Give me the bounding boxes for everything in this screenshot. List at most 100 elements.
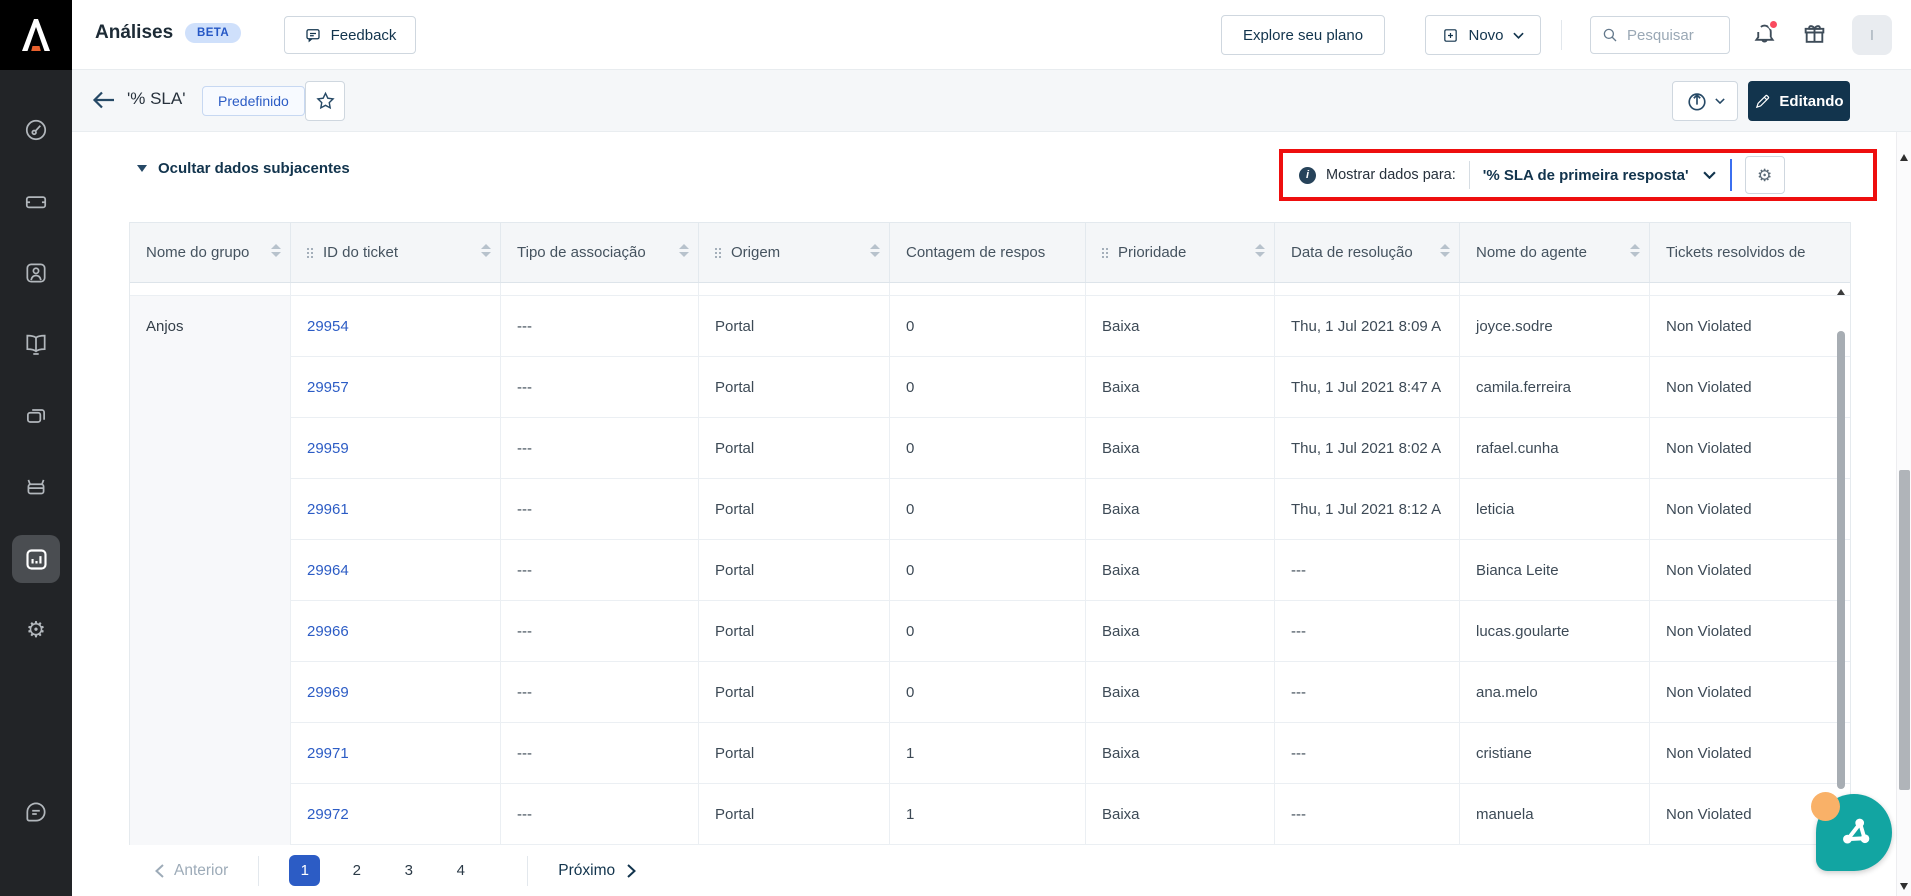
table-scrollbar-thumb[interactable] bbox=[1837, 331, 1845, 789]
plus-square-icon bbox=[1442, 27, 1459, 44]
table-header-row: Nome do grupo ID do ticket Tipo de assoc… bbox=[130, 222, 1850, 283]
ticket-link[interactable]: 29961 bbox=[307, 501, 349, 518]
arrow-left-icon bbox=[91, 88, 117, 112]
column-header-tipo-de-associacao[interactable]: Tipo de associação bbox=[501, 223, 699, 282]
collapse-underlying-data[interactable]: Ocultar dados subjacentes bbox=[137, 160, 350, 177]
sidebar-item-tickets[interactable] bbox=[12, 178, 60, 226]
show-data-annotated-group: i Mostrar dados para: '% SLA de primeira… bbox=[1279, 149, 1877, 201]
scroll-up-icon[interactable] bbox=[1837, 289, 1845, 295]
sidebar-item-forums[interactable] bbox=[12, 392, 60, 440]
column-header-origem[interactable]: Origem bbox=[699, 223, 890, 282]
chevron-down-icon bbox=[1703, 171, 1716, 179]
sidebar-item-settings[interactable]: ⚙ bbox=[12, 606, 60, 654]
dropdown-focus-edge bbox=[1730, 159, 1732, 191]
sort-icon[interactable] bbox=[1440, 244, 1450, 257]
chat-bubbles-icon bbox=[23, 403, 49, 429]
ticket-link[interactable]: 29954 bbox=[307, 318, 349, 335]
ticket-link[interactable]: 29959 bbox=[307, 440, 349, 457]
search-box[interactable] bbox=[1590, 16, 1730, 54]
chevron-down-icon bbox=[1715, 98, 1725, 104]
table-body: Anjos 29954 --- Portal 0 Baixa Thu, 1 Ju… bbox=[130, 296, 1850, 845]
favorite-button[interactable] bbox=[305, 81, 345, 121]
next-page-button[interactable]: Próximo bbox=[558, 862, 636, 880]
whats-new-button[interactable] bbox=[1800, 21, 1828, 49]
page-button-3[interactable]: 3 bbox=[393, 855, 424, 886]
sort-icon[interactable] bbox=[679, 244, 689, 257]
beta-badge: BETA bbox=[185, 23, 241, 43]
metric-dropdown-value: '% SLA de primeira resposta' bbox=[1483, 167, 1689, 184]
sidebar: ⚙ bbox=[0, 0, 72, 896]
export-icon bbox=[1686, 90, 1708, 112]
feedback-button[interactable]: Feedback bbox=[284, 16, 416, 54]
new-button[interactable]: Novo bbox=[1425, 15, 1541, 55]
editing-label: Editando bbox=[1779, 93, 1843, 110]
column-header-nome-do-grupo[interactable]: Nome do grupo bbox=[130, 223, 291, 282]
page-button-2[interactable]: 2 bbox=[341, 855, 372, 886]
column-header-nome-do-agente[interactable]: Nome do agente bbox=[1460, 223, 1650, 282]
page-button-4[interactable]: 4 bbox=[445, 855, 476, 886]
notifications-button[interactable] bbox=[1750, 21, 1778, 49]
page-scrollbar-thumb[interactable] bbox=[1899, 470, 1910, 790]
sidebar-item-analytics[interactable] bbox=[12, 535, 60, 583]
ticket-link[interactable]: 29971 bbox=[307, 745, 349, 762]
sidebar-item-help[interactable] bbox=[12, 788, 60, 836]
column-header-data-de-resolucao[interactable]: Data de resolução bbox=[1275, 223, 1460, 282]
table-scrollbar[interactable] bbox=[1835, 287, 1847, 845]
divider bbox=[1469, 161, 1470, 189]
predefined-badge[interactable]: Predefinido bbox=[202, 86, 305, 116]
scroll-up-icon[interactable] bbox=[1900, 154, 1908, 161]
ticket-link[interactable]: 29966 bbox=[307, 623, 349, 640]
ticket-link[interactable]: 29957 bbox=[307, 379, 349, 396]
sidebar-item-bots[interactable] bbox=[12, 463, 60, 511]
sidebar-item-solutions[interactable] bbox=[12, 320, 60, 368]
back-button[interactable] bbox=[90, 88, 118, 114]
column-header-tickets-resolvidos[interactable]: Tickets resolvidos de bbox=[1650, 223, 1850, 282]
gear-icon: ⚙ bbox=[26, 619, 46, 641]
export-button[interactable] bbox=[1672, 81, 1738, 121]
sort-icon[interactable] bbox=[870, 244, 880, 257]
sort-icon[interactable] bbox=[1630, 244, 1640, 257]
sort-icon[interactable] bbox=[481, 244, 491, 257]
ticket-link[interactable]: 29969 bbox=[307, 684, 349, 701]
ticket-link[interactable]: 29964 bbox=[307, 562, 349, 579]
sort-icon[interactable] bbox=[1255, 244, 1265, 257]
chat-notification-dot bbox=[1811, 792, 1840, 821]
page-scrollbar[interactable] bbox=[1896, 132, 1911, 896]
table-row: 29971 --- Portal 1 Baixa --- cristiane N… bbox=[291, 723, 1850, 784]
contact-icon bbox=[23, 260, 49, 286]
table-row: 29972 --- Portal 1 Baixa --- manuela Non… bbox=[291, 784, 1850, 845]
chat-widget-button[interactable] bbox=[1816, 794, 1892, 871]
group-cell: Anjos bbox=[130, 296, 291, 845]
metric-dropdown[interactable]: '% SLA de primeira resposta' bbox=[1483, 167, 1716, 184]
ticket-icon bbox=[23, 189, 49, 215]
drag-handle-icon[interactable] bbox=[715, 248, 717, 250]
table-settings-button[interactable]: ⚙ bbox=[1745, 156, 1785, 194]
new-label: Novo bbox=[1468, 27, 1503, 44]
table-row: 29961 --- Portal 0 Baixa Thu, 1 Jul 2021… bbox=[291, 479, 1850, 540]
drag-handle-icon[interactable] bbox=[307, 248, 309, 250]
column-header-prioridade[interactable]: Prioridade bbox=[1086, 223, 1275, 282]
search-input[interactable] bbox=[1627, 27, 1717, 44]
explore-plan-button[interactable]: Explore seu plano bbox=[1221, 15, 1385, 55]
previous-page-button[interactable]: Anterior bbox=[155, 862, 228, 880]
drag-handle-icon[interactable] bbox=[1102, 248, 1104, 250]
freshworks-chat-icon bbox=[1833, 812, 1875, 854]
main-content: Ocultar dados subjacentes i Mostrar dado… bbox=[72, 132, 1896, 896]
explore-plan-label: Explore seu plano bbox=[1243, 27, 1363, 44]
sidebar-item-contacts[interactable] bbox=[12, 249, 60, 297]
avatar[interactable]: I bbox=[1852, 15, 1892, 55]
freshworks-logo[interactable] bbox=[0, 0, 72, 70]
pencil-icon bbox=[1754, 93, 1771, 110]
sort-icon[interactable] bbox=[271, 244, 281, 257]
editing-button[interactable]: Editando bbox=[1748, 81, 1850, 121]
page-button-1[interactable]: 1 bbox=[289, 855, 320, 886]
column-header-contagem-de-respostas[interactable]: Contagem de respos bbox=[890, 223, 1086, 282]
help-bubble-icon bbox=[23, 799, 49, 825]
chevron-left-icon bbox=[155, 864, 164, 878]
ticket-link[interactable]: 29972 bbox=[307, 806, 349, 823]
scroll-down-icon[interactable] bbox=[1900, 883, 1908, 890]
sidebar-item-dashboard[interactable] bbox=[12, 106, 60, 154]
table-row: 29964 --- Portal 0 Baixa --- Bianca Leit… bbox=[291, 540, 1850, 601]
notification-dot bbox=[1768, 19, 1779, 30]
column-header-id-do-ticket[interactable]: ID do ticket bbox=[291, 223, 501, 282]
